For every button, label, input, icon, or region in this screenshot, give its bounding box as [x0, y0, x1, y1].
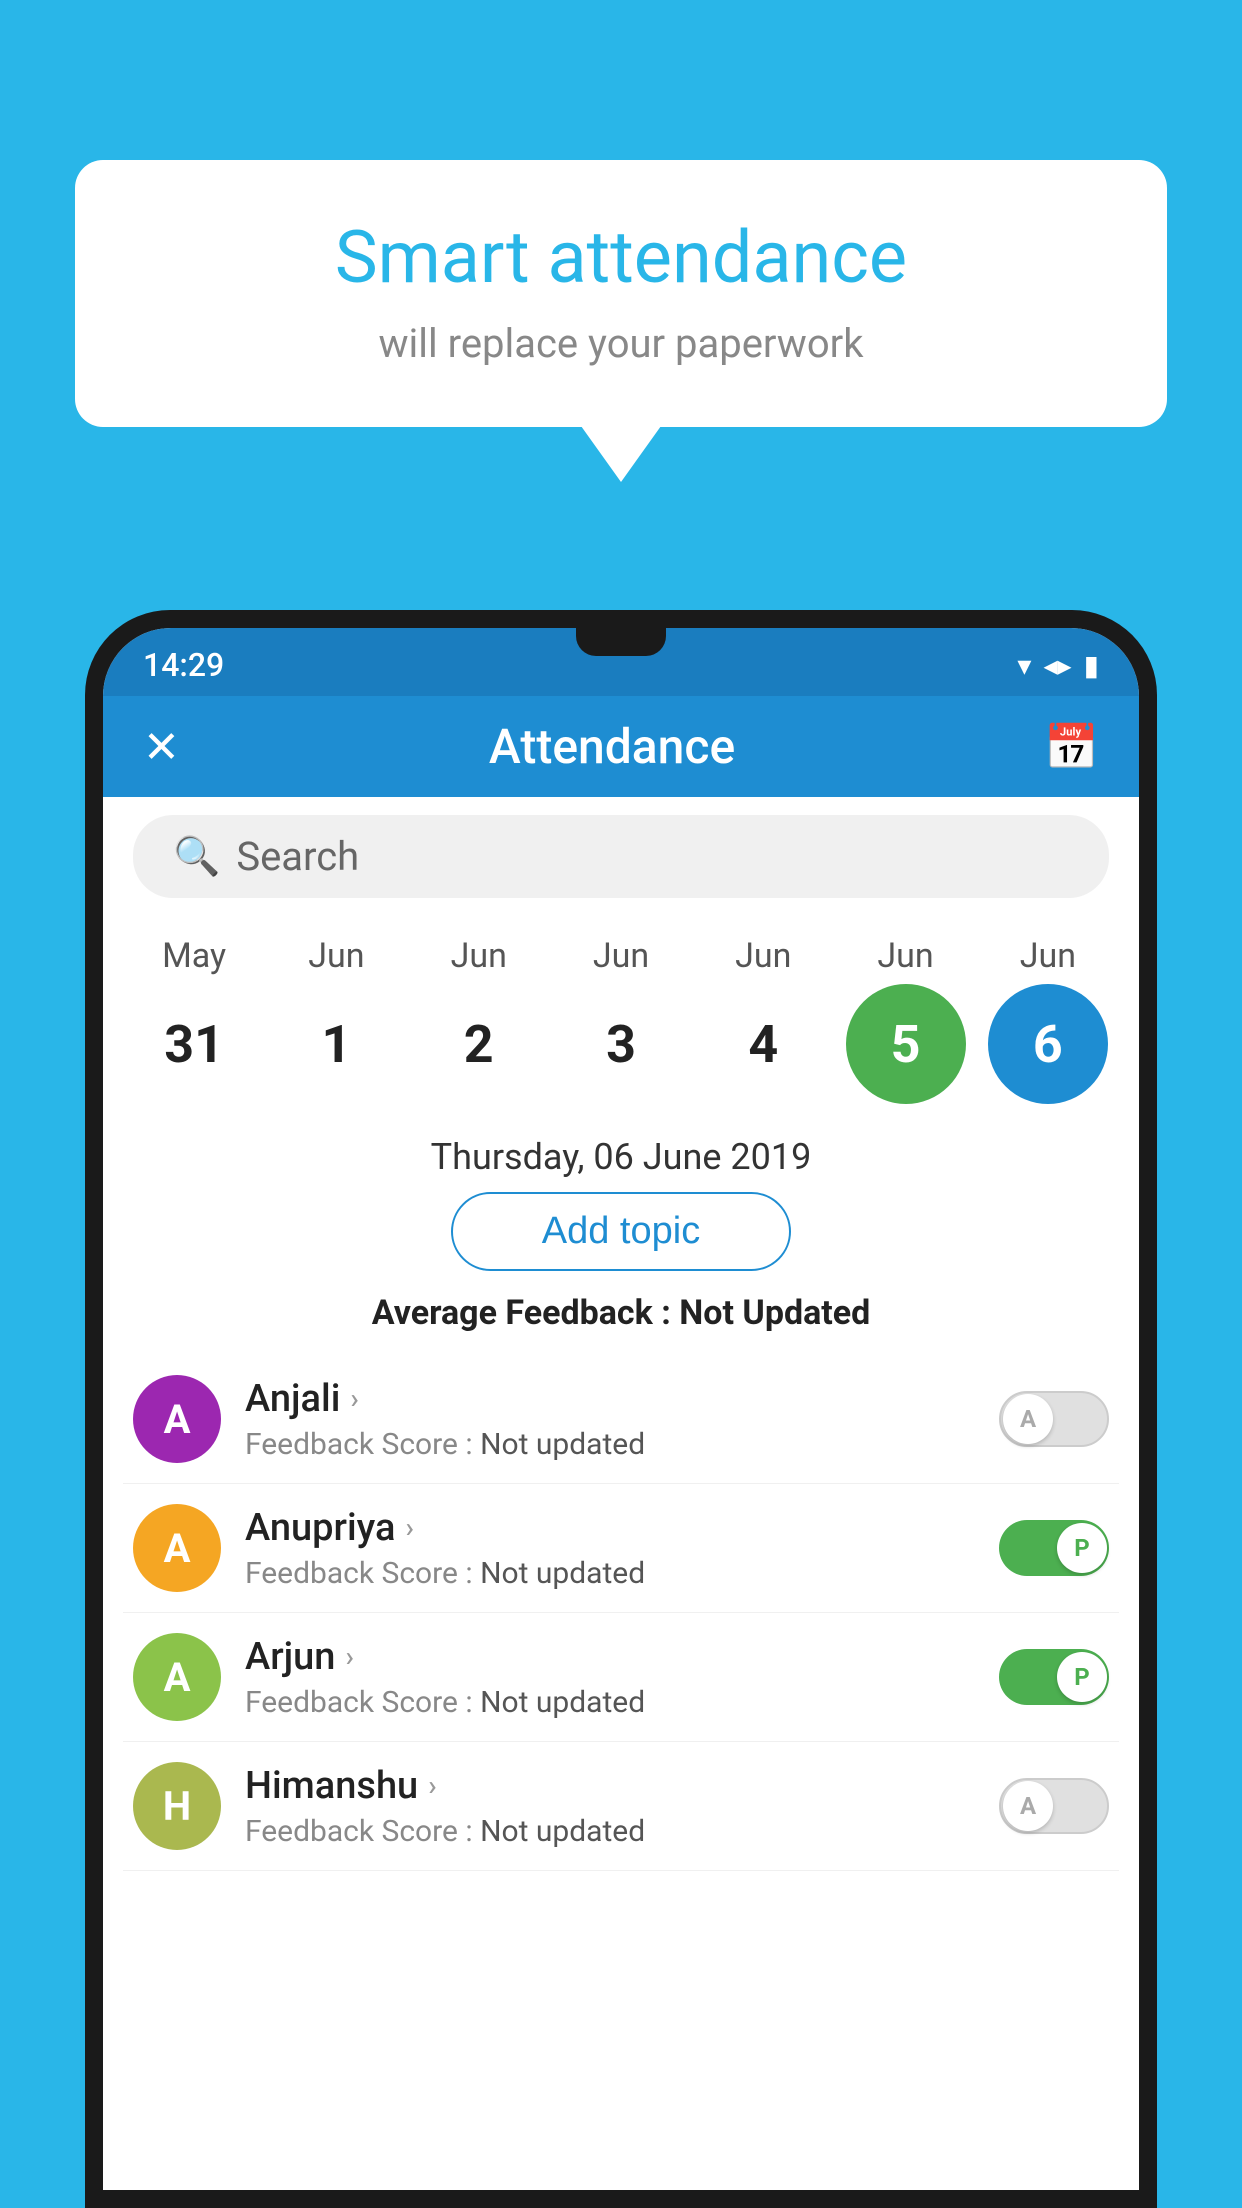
months-row: May Jun Jun Jun Jun Jun Jun — [123, 936, 1119, 976]
date-2[interactable]: 2 — [419, 984, 539, 1104]
avg-feedback-label: Average Feedback : — [372, 1293, 680, 1333]
bubble-subtitle: will replace your paperwork — [135, 320, 1107, 367]
avg-feedback: Average Feedback : Not Updated — [103, 1293, 1139, 1333]
student-name-arjun[interactable]: Arjun › — [245, 1635, 975, 1679]
student-info-anupriya: Anupriya › Feedback Score : Not updated — [245, 1506, 975, 1591]
bubble-title: Smart attendance — [135, 215, 1107, 300]
month-5: Jun — [846, 936, 966, 976]
feedback-anjali: Feedback Score : Not updated — [245, 1427, 975, 1462]
signal-icon: ◂▸ — [1043, 649, 1071, 682]
content-area: Thursday, 06 June 2019 Add topic Average… — [103, 1114, 1139, 2190]
month-4: Jun — [703, 936, 823, 976]
avg-feedback-value: Not Updated — [679, 1293, 870, 1333]
feedback-himanshu: Feedback Score : Not updated — [245, 1814, 975, 1849]
toggle-himanshu[interactable]: A — [999, 1778, 1109, 1834]
add-topic-button[interactable]: Add topic — [451, 1192, 791, 1271]
date-3[interactable]: 3 — [561, 984, 681, 1104]
toggle-knob-arjun: P — [1057, 1652, 1107, 1702]
toggle-anjali[interactable]: A — [999, 1391, 1109, 1447]
month-2: Jun — [419, 936, 539, 976]
search-placeholder: Search — [236, 833, 359, 880]
date-31[interactable]: 31 — [134, 984, 254, 1104]
avatar-arjun: A — [133, 1633, 221, 1721]
student-info-arjun: Arjun › Feedback Score : Not updated — [245, 1635, 975, 1720]
speech-bubble: Smart attendance will replace your paper… — [75, 160, 1167, 427]
dates-row: 31 1 2 3 4 5 6 — [123, 984, 1119, 1104]
toggle-knob-anjali: A — [1003, 1394, 1053, 1444]
avatar-anjali: A — [133, 1375, 221, 1463]
status-time: 14:29 — [143, 646, 224, 684]
student-row-arjun: A Arjun › Feedback Score : Not updated P — [123, 1613, 1119, 1742]
date-6-selected[interactable]: 6 — [988, 984, 1108, 1104]
month-3: Jun — [561, 936, 681, 976]
chevron-anjali: › — [350, 1382, 358, 1415]
chevron-arjun: › — [345, 1640, 353, 1673]
toggle-anupriya[interactable]: P — [999, 1520, 1109, 1576]
chevron-anupriya: › — [405, 1511, 413, 1544]
student-row-anupriya: A Anupriya › Feedback Score : Not update… — [123, 1484, 1119, 1613]
date-5-today[interactable]: 5 — [846, 984, 966, 1104]
calendar-icon[interactable]: 📅 — [1044, 721, 1099, 773]
toggle-knob-anupriya: P — [1057, 1523, 1107, 1573]
student-name-anjali[interactable]: Anjali › — [245, 1377, 975, 1421]
phone-screen: 14:29 ▾ ◂▸ ▮ ✕ Attendance 📅 🔍 Search May — [103, 628, 1139, 2190]
avatar-anupriya: A — [133, 1504, 221, 1592]
toggle-knob-himanshu: A — [1003, 1781, 1053, 1831]
student-row-anjali: A Anjali › Feedback Score : Not updated … — [123, 1355, 1119, 1484]
chevron-himanshu: › — [428, 1769, 436, 1802]
month-6: Jun — [988, 936, 1108, 976]
status-icons: ▾ ◂▸ ▮ — [1017, 649, 1099, 682]
search-icon: 🔍 — [173, 835, 220, 879]
app-bar: ✕ Attendance 📅 — [103, 696, 1139, 797]
student-list: A Anjali › Feedback Score : Not updated … — [103, 1355, 1139, 1871]
search-input[interactable]: 🔍 Search — [133, 815, 1109, 898]
wifi-icon: ▾ — [1017, 649, 1031, 682]
student-info-anjali: Anjali › Feedback Score : Not updated — [245, 1377, 975, 1462]
calendar-strip: May Jun Jun Jun Jun Jun Jun 31 1 2 3 4 5… — [103, 916, 1139, 1114]
app-bar-title: Attendance — [489, 718, 735, 775]
selected-date-label: Thursday, 06 June 2019 — [103, 1114, 1139, 1192]
student-info-himanshu: Himanshu › Feedback Score : Not updated — [245, 1764, 975, 1849]
student-name-himanshu[interactable]: Himanshu › — [245, 1764, 975, 1808]
phone-frame: 14:29 ▾ ◂▸ ▮ ✕ Attendance 📅 🔍 Search May — [85, 610, 1157, 2208]
close-icon[interactable]: ✕ — [143, 721, 180, 773]
battery-icon: ▮ — [1084, 649, 1099, 682]
toggle-arjun[interactable]: P — [999, 1649, 1109, 1705]
student-row-himanshu: H Himanshu › Feedback Score : Not update… — [123, 1742, 1119, 1871]
feedback-arjun: Feedback Score : Not updated — [245, 1685, 975, 1720]
student-name-anupriya[interactable]: Anupriya › — [245, 1506, 975, 1550]
month-1: Jun — [276, 936, 396, 976]
phone-notch — [576, 628, 666, 656]
search-bar-container: 🔍 Search — [103, 797, 1139, 916]
date-4[interactable]: 4 — [703, 984, 823, 1104]
date-1[interactable]: 1 — [276, 984, 396, 1104]
month-0: May — [134, 936, 254, 976]
feedback-anupriya: Feedback Score : Not updated — [245, 1556, 975, 1591]
avatar-himanshu: H — [133, 1762, 221, 1850]
